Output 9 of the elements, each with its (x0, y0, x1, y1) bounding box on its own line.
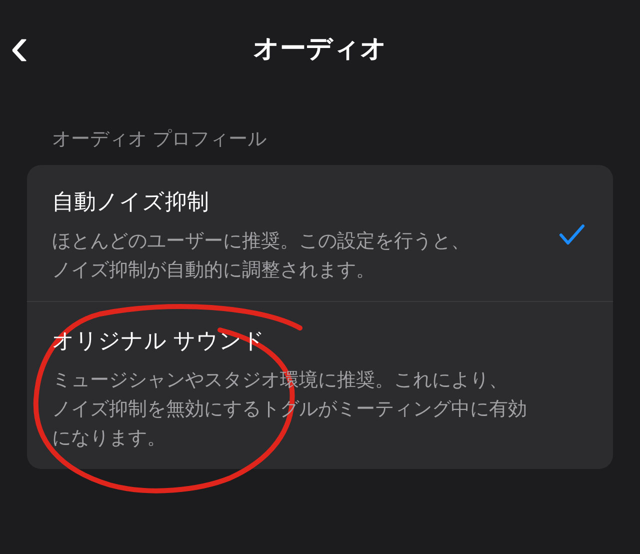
option-description-line: になります。 (52, 426, 166, 450)
option-description-line: ほとんどのユーザーに推奨。この設定を行うと、 (52, 230, 470, 254)
checkmark-icon (559, 224, 585, 246)
section-label: オーディオ プロフィール (52, 129, 266, 150)
page-title: オーディオ (253, 32, 387, 64)
back-button[interactable]: ‹ (10, 18, 29, 74)
option-row[interactable]: 自動ノイズ抑制 ほとんどのユーザーに推奨。この設定を行うと、 ノイズ抑制が自動的に調整されます。 (27, 164, 613, 300)
option-description-line: ノイズ抑制が自動的に調整されます。 (52, 258, 375, 282)
option-title: 自動ノイズ抑制 (52, 188, 209, 216)
